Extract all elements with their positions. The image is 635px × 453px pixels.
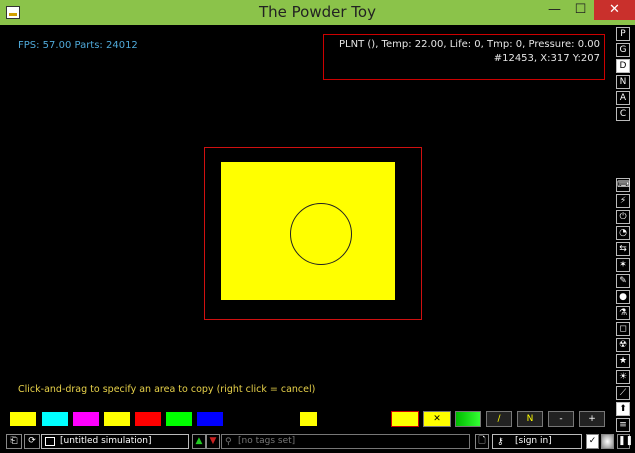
cursor-icon[interactable]: ⬆: [616, 402, 630, 416]
color-swatch[interactable]: [104, 412, 130, 426]
maximize-button[interactable]: ☐: [567, 0, 594, 20]
sign-in-button[interactable]: [sign in]: [492, 434, 582, 449]
color-swatch[interactable]: [197, 412, 223, 426]
tool-gradient[interactable]: [455, 411, 481, 427]
list-icon[interactable]: ≡: [616, 418, 630, 432]
open-icon[interactable]: ⎗: [6, 434, 22, 449]
gravity-button[interactable]: G: [616, 43, 630, 57]
square-icon[interactable]: ◻: [616, 322, 630, 336]
pen-icon[interactable]: ✎: [616, 274, 630, 288]
vote-down-icon[interactable]: ▼: [206, 434, 220, 449]
tag-icon: ⚲: [225, 437, 232, 447]
window-title: The Powder Toy: [259, 3, 376, 21]
renderer-icon[interactable]: [601, 434, 614, 449]
color-swatch[interactable]: [42, 412, 68, 426]
fps-readout: FPS: 57.00 Parts: 24012: [18, 40, 138, 51]
copy-hint-text: Click-and-drag to specify an area to cop…: [18, 384, 316, 395]
arrows-icon[interactable]: ⇆: [616, 242, 630, 256]
document-icon[interactable]: 🗋: [475, 434, 489, 449]
drop-icon[interactable]: ●: [616, 290, 630, 304]
keyboard-icon[interactable]: ⌨: [616, 178, 630, 192]
pause-button[interactable]: ❚❚: [617, 434, 633, 449]
wand-icon[interactable]: ⟋: [616, 386, 630, 400]
tool-normal[interactable]: N: [517, 411, 543, 427]
color-swatch[interactable]: [73, 412, 99, 426]
save-icon: [45, 437, 55, 446]
tool-line[interactable]: /: [486, 411, 512, 427]
star-icon[interactable]: ★: [616, 354, 630, 368]
color-swatch[interactable]: [166, 412, 192, 426]
close-button[interactable]: ✕: [594, 0, 635, 20]
plug-icon[interactable]: ⚡: [616, 194, 630, 208]
newtonian-button[interactable]: N: [616, 75, 630, 89]
color-swatch[interactable]: [135, 412, 161, 426]
clear-button[interactable]: C: [616, 107, 630, 121]
power-icon[interactable]: ⏻: [616, 210, 630, 224]
position-info-line: #12453, X:317 Y:207: [493, 53, 600, 64]
air-button[interactable]: A: [616, 91, 630, 105]
vote-up-icon[interactable]: ▲: [192, 434, 206, 449]
tool-minus[interactable]: -: [548, 411, 574, 427]
settings-icon[interactable]: ✓: [586, 434, 599, 449]
tags-field[interactable]: [no tags set]: [221, 434, 470, 449]
bulb-icon[interactable]: ☀: [616, 370, 630, 384]
brush-cursor-circle: [290, 203, 352, 265]
selected-color-swatch[interactable]: [300, 412, 317, 426]
tool-clear-color[interactable]: ✕: [423, 411, 451, 427]
radiation-icon[interactable]: ☢: [616, 338, 630, 352]
element-info-line: PLNT (), Temp: 22.00, Life: 0, Tmp: 0, P…: [339, 39, 600, 50]
simulation-name-field[interactable]: [untitled simulation]: [41, 434, 189, 449]
decoration-button[interactable]: D: [616, 59, 630, 73]
pause-sim-button[interactable]: P: [616, 27, 630, 41]
reload-icon[interactable]: ⟳: [24, 434, 40, 449]
key-icon: ⚷: [497, 437, 504, 447]
sparkle-icon[interactable]: ✶: [616, 258, 630, 272]
flask-icon[interactable]: ⚗: [616, 306, 630, 320]
tool-plus[interactable]: +: [579, 411, 605, 427]
color-swatch[interactable]: [10, 412, 36, 426]
gauge-icon[interactable]: ◔: [616, 226, 630, 240]
tool-color-primary[interactable]: [391, 411, 419, 427]
minimize-button[interactable]: —: [542, 0, 567, 20]
